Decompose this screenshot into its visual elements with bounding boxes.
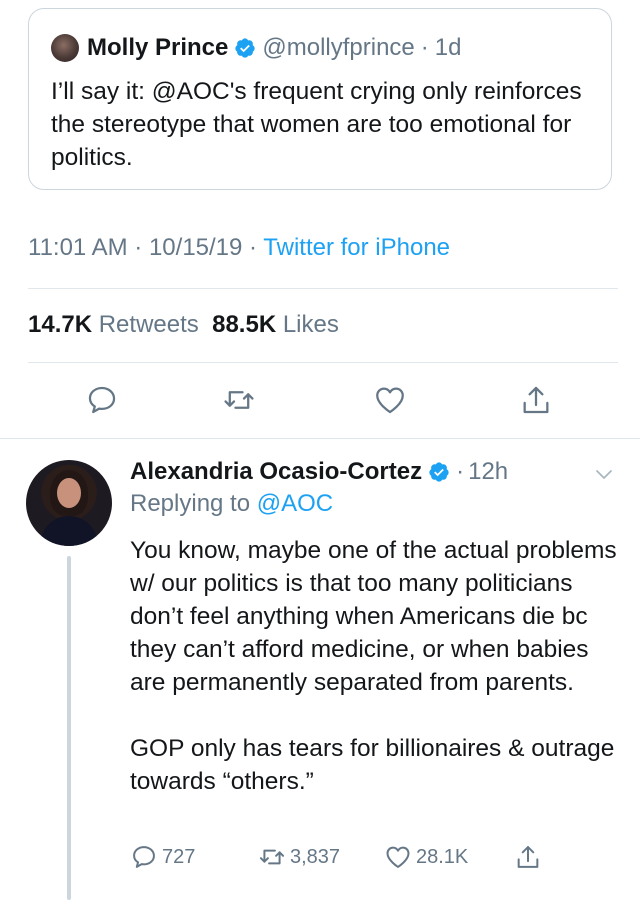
quoted-tweet-card[interactable]: Molly Prince @mollyfprince · 1d I’ll say… (28, 8, 612, 190)
divider (28, 288, 618, 289)
quoted-timestamp[interactable]: 1d (435, 34, 462, 62)
retweet-button[interactable] (219, 380, 259, 420)
retweet-icon (224, 391, 254, 409)
reply-display-name[interactable]: Alexandria Ocasio-Cortez (130, 458, 422, 486)
reply-button[interactable] (82, 380, 122, 420)
tweet-date[interactable]: 10/15/19 (149, 234, 242, 261)
share-icon (523, 386, 549, 414)
avatar-face-shape (57, 478, 81, 508)
tweet-source-link[interactable]: Twitter for iPhone (263, 234, 450, 261)
heart-icon (386, 846, 410, 868)
quoted-tweet-header: Molly Prince @mollyfprince · 1d (51, 31, 461, 65)
share-button[interactable] (516, 380, 556, 420)
tweet-action-bar (0, 380, 640, 420)
likes-label: Likes (282, 311, 339, 338)
avatar[interactable] (51, 34, 79, 62)
retweet-count: 3,837 (290, 845, 341, 868)
share-icon (517, 846, 539, 868)
avatar[interactable] (26, 460, 112, 546)
retweet-icon (259, 849, 285, 865)
quoted-display-name[interactable]: Molly Prince (87, 34, 228, 62)
likes-stat[interactable]: 88.5K Likes (212, 311, 339, 338)
separator-dot: · (242, 234, 264, 261)
retweets-stat[interactable]: 14.7K Retweets (28, 311, 199, 338)
retweet-button[interactable]: 3,837 (258, 842, 340, 872)
tweet-time[interactable]: 11:01 AM (28, 234, 128, 261)
reply-icon (133, 846, 155, 868)
separator-dot: · (456, 458, 465, 485)
avatar-body-shape (40, 516, 98, 546)
reply-paragraph: GOP only has tears for billionaires & ou… (130, 735, 615, 795)
likes-count: 88.5K (212, 311, 277, 338)
replying-to-handle[interactable]: @AOC (257, 490, 333, 517)
thread-line (67, 556, 71, 900)
separator-dot: · (127, 234, 149, 261)
like-button[interactable]: 28.1K (384, 842, 468, 872)
divider (28, 362, 618, 363)
separator-dot: · (420, 34, 429, 61)
verified-badge-icon (235, 38, 255, 58)
like-button[interactable] (370, 380, 410, 420)
reply-action-bar: 727 3,837 28.1K (130, 842, 610, 872)
tweet-stats: 14.7K Retweets 88.5K Likes (28, 311, 339, 339)
share-button[interactable] (514, 842, 546, 872)
divider (0, 438, 640, 439)
retweets-count: 14.7K (28, 311, 93, 338)
tweet-meta: 11:01 AM · 10/15/19 · Twitter for iPhone (28, 234, 450, 262)
reply-button[interactable]: 727 (130, 842, 195, 872)
reply-tweet-text: You know, maybe one of the actual proble… (130, 534, 620, 831)
verified-badge-icon (429, 462, 449, 482)
reply-count: 727 (162, 845, 196, 868)
quoted-tweet-text: I’ll say it: @AOC's frequent crying only… (51, 78, 582, 171)
replying-to: Replying to @AOC (130, 490, 333, 518)
chevron-down-icon[interactable] (592, 462, 616, 486)
reply-paragraph: You know, maybe one of the actual proble… (130, 537, 617, 696)
quoted-handle[interactable]: @mollyfprince (262, 34, 414, 62)
reply-icon (88, 386, 116, 414)
reply-header: Alexandria Ocasio-Cortez · 12h (130, 455, 508, 489)
heart-icon (376, 387, 404, 414)
reply-timestamp[interactable]: 12h (468, 458, 508, 486)
like-count: 28.1K (416, 845, 469, 868)
retweets-label: Retweets (98, 311, 199, 338)
replying-label: Replying to (130, 490, 251, 517)
